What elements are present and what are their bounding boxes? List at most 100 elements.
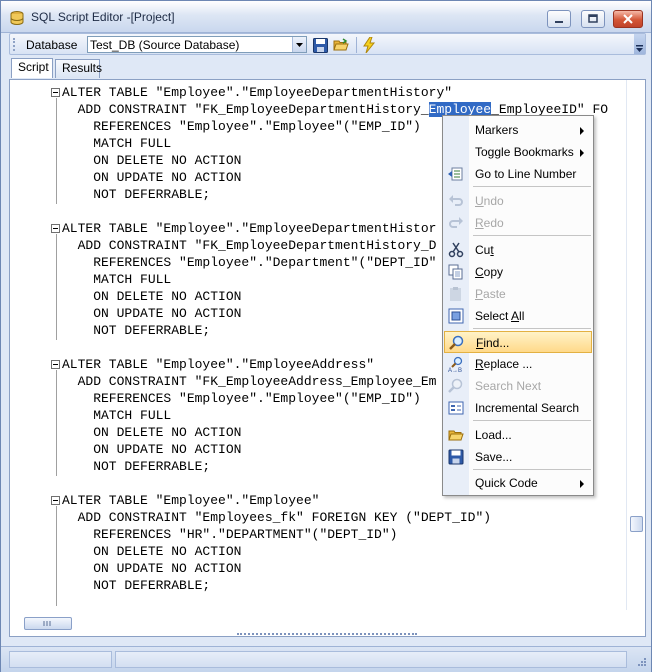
fold-guide-line (56, 98, 57, 204)
find-icon (449, 335, 465, 351)
menu-item-search-next[interactable]: Search Next (444, 375, 592, 397)
editor-context-menu: Markers Toggle Bookmarks Go to Line Number… (442, 115, 594, 496)
horizontal-scroll-thumb[interactable] (24, 617, 72, 630)
maximize-button[interactable] (581, 10, 605, 28)
vertical-scrollbar[interactable] (626, 80, 645, 610)
paste-icon (448, 286, 464, 302)
size-grip[interactable] (635, 657, 647, 669)
database-label: Database (26, 38, 78, 52)
code-line: ALTER TABLE "Employee"."EmployeeAddress" (62, 357, 375, 372)
menu-item-label: Load... (475, 428, 512, 442)
status-pane-1 (9, 651, 112, 668)
code-line: ON DELETE NO ACTION (62, 153, 242, 168)
code-line: ALTER TABLE "Employee"."EmployeeDepartme… (62, 221, 437, 236)
menu-item-save[interactable]: Save... (444, 446, 592, 468)
menu-separator (473, 469, 591, 470)
overflow-chevron-icon (636, 45, 643, 52)
code-line: MATCH FULL (62, 408, 172, 423)
code-line: ON UPDATE NO ACTION (62, 561, 242, 576)
fold-guide-line (56, 506, 57, 595)
menu-item-markers[interactable]: Markers (444, 119, 592, 141)
menu-item-label: Markers (475, 123, 519, 137)
minimize-button[interactable] (547, 10, 571, 28)
cut-icon (448, 242, 464, 258)
status-pane-2 (115, 651, 627, 668)
status-bar (1, 646, 651, 672)
menu-item-quick-code[interactable]: Quick Code (444, 472, 592, 494)
folder-open-icon[interactable] (332, 36, 350, 54)
menu-item-incremental-search[interactable]: Incremental Search (444, 397, 592, 419)
fold-toggle-icon[interactable] (51, 496, 60, 505)
code-line: REFERENCES "Employee"."Employee"("EMP_ID… (62, 119, 421, 134)
submenu-arrow-icon (580, 149, 584, 157)
code-line: NOT DEFERRABLE; (62, 578, 211, 593)
menu-item-copy[interactable]: Copy (444, 261, 592, 283)
code-line: ON DELETE NO ACTION (62, 289, 242, 304)
menu-item-load[interactable]: Load... (444, 424, 592, 446)
undo-icon (448, 193, 464, 209)
menu-item-label: Go to Line Number (475, 167, 577, 181)
menu-item-replace[interactable]: A→B Replace ... (444, 353, 592, 375)
vertical-scroll-thumb[interactable] (630, 516, 643, 532)
tab-script[interactable]: Script (11, 58, 53, 78)
goto-line-icon (448, 166, 464, 182)
copy-icon (448, 264, 464, 280)
fold-toggle-icon[interactable] (51, 360, 60, 369)
fold-toggle-icon[interactable] (51, 88, 60, 97)
database-select[interactable]: Test_DB (Source Database) (87, 36, 307, 53)
submenu-arrow-icon (580, 127, 584, 135)
app-icon (9, 10, 25, 26)
code-line: ON UPDATE NO ACTION (62, 442, 242, 457)
minimize-icon (555, 21, 563, 23)
code-line: ON DELETE NO ACTION (62, 544, 242, 559)
execute-lightning-icon[interactable] (360, 36, 378, 54)
menu-item-toggle-bookmarks[interactable]: Toggle Bookmarks (444, 141, 592, 163)
menu-item-label: Toggle Bookmarks (475, 145, 574, 159)
fold-guide-line (56, 234, 57, 340)
menu-item-label: Copy (475, 265, 504, 279)
fold-toggle-icon[interactable] (51, 224, 60, 233)
chevron-down-icon[interactable] (292, 37, 306, 52)
splitter-handle[interactable] (237, 633, 417, 637)
menu-item-label: Undo (475, 194, 504, 208)
code-line: NOT DEFERRABLE; (62, 323, 211, 338)
menu-item-label: Incremental Search (475, 401, 580, 415)
svg-text:A→B: A→B (448, 368, 462, 372)
menu-item-find[interactable]: Find... (444, 331, 592, 353)
close-icon (623, 14, 633, 24)
menu-item-select-all[interactable]: Select All (444, 305, 592, 327)
replace-icon: A→B (448, 356, 464, 374)
close-button[interactable] (613, 10, 643, 28)
menu-item-go-to-line-number[interactable]: Go to Line Number (444, 163, 592, 185)
search-next-icon (448, 378, 464, 394)
toolbar-separator (356, 37, 357, 53)
save-icon (448, 449, 464, 465)
window-title: SQL Script Editor -[Project] (31, 10, 175, 24)
menu-item-label: Quick Code (475, 476, 538, 490)
menu-item-label: Paste (475, 287, 506, 301)
menu-item-paste[interactable]: Paste (444, 283, 592, 305)
menu-item-undo[interactable]: Undo (444, 190, 592, 212)
menu-separator (473, 420, 591, 421)
code-line: MATCH FULL (62, 272, 172, 287)
restore-icon (588, 14, 598, 23)
code-line: ON UPDATE NO ACTION (62, 306, 242, 321)
save-icon[interactable] (311, 36, 329, 54)
code-line: ADD CONSTRAINT "Employees_fk" FOREIGN KE… (62, 510, 492, 525)
fold-guide-line (56, 370, 57, 476)
code-text: ADD CONSTRAINT "FK_EmployeeDepartmentHis… (62, 102, 429, 117)
select-all-icon (448, 308, 464, 324)
sql-script-editor-window: SQL Script Editor -[Project] Database Te… (0, 0, 652, 672)
code-line: REFERENCES "Employee"."Employee"("EMP_ID… (62, 391, 421, 406)
toolbar-overflow-button[interactable] (634, 34, 645, 54)
toolbar-grip[interactable] (13, 38, 16, 51)
code-line: ON DELETE NO ACTION (62, 425, 242, 440)
title-bar[interactable]: SQL Script Editor -[Project] (1, 1, 651, 33)
menu-item-redo[interactable]: Redo (444, 212, 592, 234)
menu-item-cut[interactable]: Cut (444, 239, 592, 261)
tab-results[interactable]: Results (55, 59, 102, 78)
menu-separator (473, 328, 591, 329)
menu-item-label: Cut (475, 243, 494, 257)
grip-icon (43, 621, 51, 626)
fold-guide-tail (56, 594, 57, 606)
